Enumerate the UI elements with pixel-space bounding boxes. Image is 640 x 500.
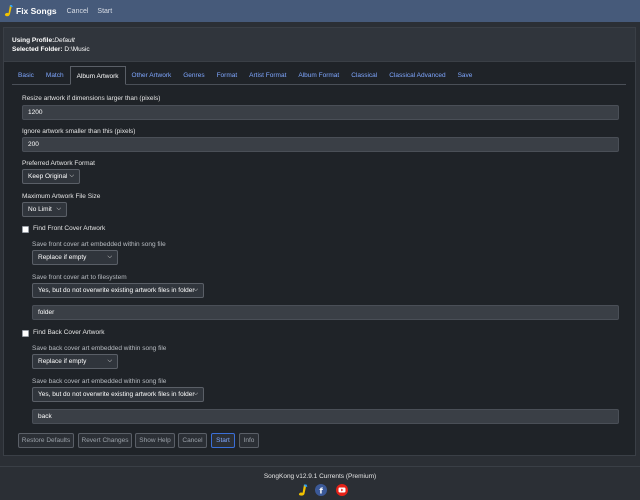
tab-classical-advanced[interactable]: Classical Advanced	[383, 66, 451, 85]
cancel-button[interactable]: Cancel	[178, 433, 207, 448]
back-embed-value: Replace if empty	[38, 358, 87, 365]
tab-basic[interactable]: Basic	[12, 66, 40, 85]
top-navbar: Fix Songs Cancel Start	[0, 0, 640, 22]
max-file-size-label: Maximum Artwork File Size	[22, 193, 101, 200]
topnav-cancel-link[interactable]: Cancel	[67, 8, 89, 15]
topnav-start-link[interactable]: Start	[97, 8, 112, 15]
tab-album-format[interactable]: Album Format	[292, 66, 345, 85]
find-back-cover-label: Find Back Cover Artwork	[33, 329, 105, 336]
back-filesystem-value: Yes, but do not overwrite existing artwo…	[38, 391, 195, 398]
back-filename-input[interactable]: back	[32, 409, 619, 424]
version-text: SongKong v12.9.1 Currents (Premium)	[263, 473, 377, 480]
front-filename-input[interactable]: folder	[32, 305, 619, 320]
front-embed-label: Save front cover art embedded within son…	[32, 241, 166, 248]
back-embed-label: Save back cover art embedded within song…	[32, 345, 167, 352]
revert-changes-button[interactable]: Revert Changes	[78, 433, 132, 448]
preferred-format-label: Preferred Artwork Format	[22, 160, 95, 167]
tab-format[interactable]: Format	[211, 66, 244, 85]
ignore-artwork-input[interactable]: 200	[22, 137, 619, 152]
using-profile-label: Using Profile:	[12, 37, 55, 44]
start-button[interactable]: Start	[211, 433, 235, 448]
tab-classical[interactable]: Classical	[345, 66, 383, 85]
restore-defaults-button[interactable]: Restore Defaults	[18, 433, 74, 448]
preferred-format-value: Keep Original	[28, 173, 68, 180]
chevron-down-icon: ⌵	[107, 358, 112, 364]
chevron-down-icon: ⌵	[69, 173, 74, 179]
app-title: Fix Songs	[16, 6, 57, 16]
find-front-cover-checkbox[interactable]	[22, 226, 29, 233]
tab-save[interactable]: Save	[452, 66, 479, 85]
front-embed-value: Replace if empty	[38, 254, 87, 261]
svg-text:f: f	[319, 487, 323, 496]
front-filesystem-label: Save front cover art to filesystem	[32, 274, 127, 281]
youtube-icon[interactable]	[336, 484, 348, 496]
front-filesystem-value: Yes, but do not overwrite existing artwo…	[38, 287, 195, 294]
back-filesystem-label: Save back cover art embedded within song…	[32, 378, 167, 385]
main-panel: Using Profile:Default Selected Folder: D…	[3, 27, 636, 456]
tab-other-artwork[interactable]: Other Artwork	[126, 66, 178, 85]
max-file-size-select[interactable]: No Limit ⌵	[22, 202, 67, 217]
app-brand[interactable]: Fix Songs	[4, 5, 57, 17]
resize-artwork-input[interactable]: 1200	[22, 105, 619, 120]
max-file-size-value: No Limit	[28, 206, 52, 213]
find-back-cover-checkbox[interactable]	[22, 330, 29, 337]
back-embed-select[interactable]: Replace if empty ⌵	[32, 354, 118, 369]
preferred-format-select[interactable]: Keep Original ⌵	[22, 169, 80, 184]
find-front-cover-label: Find Front Cover Artwork	[33, 225, 106, 232]
tab-match[interactable]: Match	[40, 66, 70, 85]
chevron-down-icon: ⌵	[107, 254, 112, 260]
back-filesystem-select[interactable]: Yes, but do not overwrite existing artwo…	[32, 387, 204, 402]
footer: SongKong v12.9.1 Currents (Premium) f	[0, 466, 640, 500]
facebook-icon[interactable]: f	[315, 484, 327, 496]
using-profile-line: Using Profile:Default	[12, 36, 635, 45]
songkong-logo-icon[interactable]	[297, 484, 309, 496]
selected-folder-value: D:\Music	[64, 46, 90, 53]
front-embed-select[interactable]: Replace if empty ⌵	[32, 250, 118, 265]
profile-header: Using Profile:Default Selected Folder: D…	[4, 28, 635, 62]
tab-album-artwork[interactable]: Album Artwork	[69, 66, 126, 85]
settings-tabs: Basic Match Album Artwork Other Artwork …	[12, 66, 626, 85]
info-button[interactable]: Info	[239, 433, 259, 448]
chevron-down-icon: ⌵	[193, 391, 198, 397]
front-filesystem-select[interactable]: Yes, but do not overwrite existing artwo…	[32, 283, 204, 298]
songkong-logo-icon	[4, 5, 14, 17]
selected-folder-label: Selected Folder:	[12, 46, 63, 53]
resize-artwork-label: Resize artwork if dimensions larger than…	[22, 95, 161, 102]
selected-folder-line: Selected Folder: D:\Music	[12, 45, 635, 54]
chevron-down-icon: ⌵	[193, 287, 198, 293]
using-profile-value: Default	[54, 37, 75, 44]
show-help-button[interactable]: Show Help	[135, 433, 175, 448]
ignore-artwork-label: Ignore artwork smaller than this (pixels…	[22, 128, 136, 135]
tab-artist-format[interactable]: Artist Format	[243, 66, 292, 85]
chevron-down-icon: ⌵	[56, 206, 61, 212]
tab-genres[interactable]: Genres	[177, 66, 210, 85]
